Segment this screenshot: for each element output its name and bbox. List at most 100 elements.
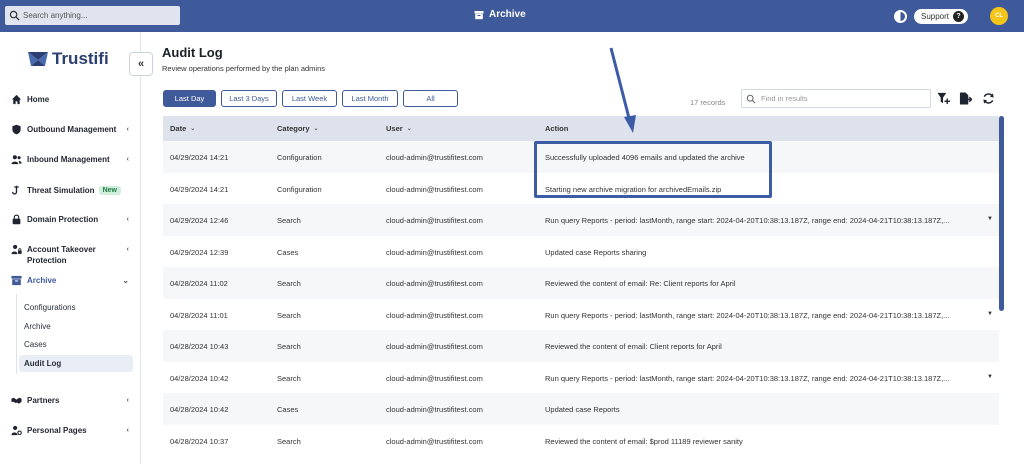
double-chevron-left-icon: « [137, 58, 145, 70]
nav-personal-pages-label: Personal Pages [27, 426, 87, 435]
global-search-input[interactable] [23, 11, 173, 20]
global-search[interactable] [5, 6, 180, 25]
nav-outbound-management[interactable]: Outbound Management ‹ [11, 124, 131, 135]
table-row[interactable]: 04/28/2024 10:42 Cases cloud-admin@trustif… [163, 393, 999, 425]
sort-icon: ⌄ [190, 126, 196, 132]
filter-add-icon[interactable] [937, 92, 950, 105]
brand-name: Trustifi [52, 49, 109, 68]
cell-date: 04/29/2024 12:46 [170, 216, 229, 225]
records-count: 17 records [690, 98, 726, 107]
help-icon: ? [953, 11, 965, 22]
table-row[interactable]: 04/28/2024 10:42 Search cloud-admin@trusti… [163, 362, 999, 394]
subnav-archive[interactable]: Archive [19, 318, 133, 335]
subnav-cases[interactable]: Cases [19, 336, 133, 353]
cell-category: Search [277, 310, 301, 320]
chevron-left-icon: ‹ [126, 216, 129, 223]
column-category[interactable]: Category ⌄ [277, 124, 319, 133]
nav-inbound-label: Inbound Management [27, 155, 110, 164]
user-cog-icon [11, 425, 22, 436]
top-title-text: Archive [489, 9, 526, 20]
avatar[interactable]: CL [990, 7, 1008, 25]
home-icon [11, 94, 22, 105]
brand-logo[interactable]: Trustifi [28, 49, 109, 69]
column-date[interactable]: Date ⌄ [170, 124, 195, 133]
cell-action: Run query Reports - period: lastMonth, r… [545, 310, 950, 320]
filter-last-month[interactable]: Last Month [342, 90, 398, 107]
cell-category: Search [277, 436, 301, 446]
column-user[interactable]: User ⌄ [386, 124, 412, 133]
table-row[interactable]: 04/28/2024 10:43 Search cloud-admin@trusti… [163, 330, 999, 362]
nav-inbound-management[interactable]: Inbound Management ‹ [11, 154, 131, 165]
table-row[interactable]: 04/29/2024 12:39 Cases cloud-admin@trustif… [163, 236, 999, 268]
cell-user: cloud-admin@trustifitest.com [386, 153, 483, 162]
table-row[interactable]: 04/28/2024 11:01 Search cloud-admin@trusti… [163, 299, 999, 331]
column-date-label: Date [170, 124, 187, 133]
cell-date: 04/29/2024 12:39 [170, 247, 229, 257]
expand-row-icon[interactable]: ▼ [987, 216, 993, 222]
find-in-results-input[interactable] [761, 94, 921, 103]
nav-partners-label: Partners [27, 396, 60, 405]
filter-last-week[interactable]: Last Week [282, 90, 337, 107]
archive-icon [474, 10, 484, 19]
cell-action: Reviewed the content of email: Re: Clien… [545, 279, 736, 288]
cell-category: Search [277, 373, 301, 383]
chevron-left-icon: ‹ [126, 397, 129, 404]
support-button[interactable]: Support ? [914, 9, 969, 24]
cell-category: Configuration [277, 184, 322, 194]
nav-partners[interactable]: Partners ‹ [11, 395, 131, 406]
page-title: Audit Log [162, 45, 223, 60]
cell-date: 04/28/2024 11:01 [170, 310, 228, 320]
chevron-left-icon: ‹ [126, 427, 129, 434]
chevron-left-icon: ‹ [126, 126, 129, 133]
expand-row-icon[interactable]: ▼ [987, 311, 993, 317]
cell-user: cloud-admin@trustifitest.com [386, 247, 483, 257]
sort-icon: ⌄ [313, 126, 319, 132]
cell-user: cloud-admin@trustifitest.com [386, 279, 483, 288]
top-bar: Archive Support ? CL [0, 0, 1024, 32]
filter-last-day[interactable]: Last Day [163, 90, 216, 107]
nav-threat-label: Threat Simulation [27, 186, 95, 195]
table-scrollbar[interactable] [999, 116, 1004, 311]
nav-home[interactable]: Home [11, 94, 131, 105]
theme-toggle-icon[interactable] [894, 10, 907, 23]
search-icon [9, 10, 20, 21]
collapse-sidebar-button[interactable]: « [129, 52, 153, 76]
nav-account-takeover[interactable]: Account Takeover Protection ‹ [11, 244, 131, 266]
nav-archive[interactable]: Archive ⌄ [11, 275, 131, 286]
cell-action: Reviewed the content of email: Client re… [545, 342, 722, 351]
refresh-icon[interactable] [982, 92, 995, 105]
nav-home-label: Home [27, 95, 50, 104]
sidebar: Trustifi Home Outbound Management ‹ Inbo… [0, 32, 141, 464]
nav-archive-label: Archive [27, 276, 57, 285]
export-icon[interactable] [959, 92, 972, 105]
find-in-results[interactable] [741, 89, 931, 108]
search-icon [746, 94, 756, 104]
table-row[interactable]: 04/29/2024 12:46 Search cloud-admin@trusti… [163, 204, 999, 236]
archive-icon [11, 275, 22, 286]
cell-action: Run query Reports - period: lastMonth, r… [545, 216, 950, 225]
nav-personal-pages[interactable]: Personal Pages ‹ [11, 425, 131, 436]
cell-user: cloud-admin@trustifitest.com [386, 216, 483, 225]
subnav-audit-log[interactable]: Audit Log [19, 355, 133, 372]
column-action-label: Action [545, 124, 569, 133]
filter-all[interactable]: All [403, 90, 458, 107]
cell-category: Cases [277, 405, 299, 414]
cell-category: Search [277, 342, 301, 351]
subnav-configurations[interactable]: Configurations [19, 299, 133, 316]
support-label: Support [921, 12, 950, 21]
cell-user: cloud-admin@trustifitest.com [386, 310, 483, 320]
sort-icon: ⌄ [406, 126, 412, 132]
trustifi-logo-icon [28, 52, 48, 66]
table-row[interactable]: 04/28/2024 11:02 Search cloud-admin@trusti… [163, 267, 999, 299]
nav-outbound-label: Outbound Management [27, 125, 117, 134]
page-subtitle: Review operations performed by the plan … [162, 64, 326, 73]
column-action: Action [545, 124, 568, 133]
users-icon [11, 155, 22, 165]
top-title: Archive [474, 9, 526, 20]
handshake-icon [11, 397, 22, 404]
expand-row-icon[interactable]: ▼ [987, 374, 993, 380]
nav-domain-protection[interactable]: Domain Protection ‹ [11, 214, 131, 225]
filter-last-3-days[interactable]: Last 3 Days [221, 90, 277, 107]
table-row[interactable]: 04/28/2024 10:37 Search cloud-admin@trusti… [163, 425, 999, 457]
nav-threat-simulation[interactable]: Threat Simulation New [11, 185, 131, 196]
